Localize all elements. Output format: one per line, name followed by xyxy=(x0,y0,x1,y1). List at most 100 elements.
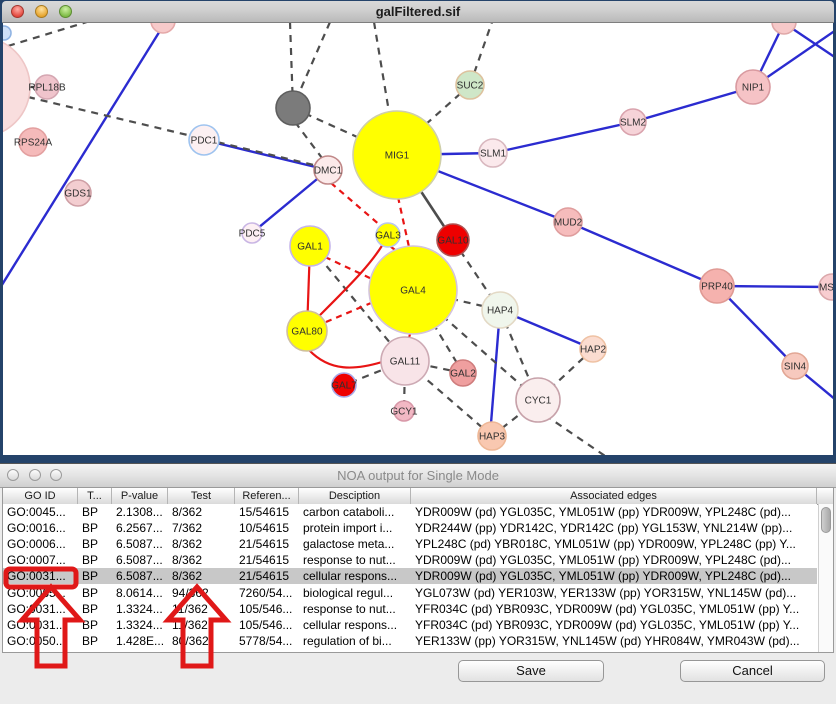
network-edge[interactable] xyxy=(204,140,328,170)
node-PDC1[interactable] xyxy=(189,125,219,155)
table-cell: GO:0016... xyxy=(3,521,78,535)
table-row[interactable]: GO:0050...BP1.428E...80/3625778/54...reg… xyxy=(3,633,817,649)
table-cell: YDR009W (pd) YGL035C, YML051W (pp) YDR00… xyxy=(411,553,817,567)
column-header[interactable]: Desciption xyxy=(299,488,411,504)
column-header[interactable]: T... xyxy=(78,488,112,504)
network-edge[interactable] xyxy=(493,122,633,153)
table-row[interactable]: GO:0045...BP2.1308...8/36215/54615carbon… xyxy=(3,504,817,520)
table-cell: YPL248C (pd) YBR018C, YML051W (pp) YDR00… xyxy=(411,537,817,551)
table-cell: 8/362 xyxy=(168,505,235,519)
noa-titlebar[interactable]: NOA output for Single Mode xyxy=(0,464,836,488)
node-SLM2[interactable] xyxy=(620,109,646,135)
node-big-pink[interactable] xyxy=(3,37,30,137)
node-MSL1[interactable] xyxy=(819,274,833,300)
node-GAL7[interactable] xyxy=(332,373,356,397)
table-row[interactable]: GO:0031...BP6.5087...8/36221/54615cellul… xyxy=(3,568,817,584)
table-cell: 8.0614... xyxy=(112,586,168,600)
table-cell: BP xyxy=(78,521,112,535)
vertical-scrollbar[interactable] xyxy=(818,504,833,652)
column-header[interactable]: Referen... xyxy=(235,488,299,504)
table-cell: GO:0050... xyxy=(3,634,78,648)
network-edge[interactable] xyxy=(545,415,608,455)
table-cell: GO:0031... xyxy=(3,602,78,616)
node-SUC2[interactable] xyxy=(456,71,484,99)
node-HAP2[interactable] xyxy=(580,336,606,362)
network-edge[interactable] xyxy=(252,170,328,233)
node-GAL1[interactable] xyxy=(290,226,330,266)
node-GDS1[interactable] xyxy=(65,180,91,206)
table-row[interactable]: GO:0006...BP6.5087...8/36221/54615galact… xyxy=(3,536,817,552)
table-cell: BP xyxy=(78,618,112,632)
node-gray-node[interactable] xyxy=(276,91,310,125)
node-NIP1[interactable] xyxy=(736,70,770,104)
column-header[interactable]: P-value xyxy=(112,488,168,504)
noa-window: NOA output for Single Mode GO IDT...P-va… xyxy=(0,463,836,704)
table-cell: GO:0006... xyxy=(3,537,78,551)
table-cell: GO:0065... xyxy=(3,586,78,600)
table-row[interactable]: GO:0065...BP8.0614...94/3627260/54...bio… xyxy=(3,584,817,600)
table-cell: 11/362 xyxy=(168,618,235,632)
table-row[interactable]: GO:0016...BP6.2567...7/36210/54615protei… xyxy=(3,520,817,536)
node-SIN4[interactable] xyxy=(782,353,808,379)
node-GAL10[interactable] xyxy=(437,224,469,256)
network-edge[interactable] xyxy=(568,222,717,286)
table-cell: response to nut... xyxy=(299,602,411,616)
table-cell: GO:0045... xyxy=(3,505,78,519)
network-edge[interactable] xyxy=(326,303,371,322)
network-edge[interactable] xyxy=(3,26,163,288)
node-GAL80[interactable] xyxy=(287,311,327,351)
table-cell: YER133W (pp) YOR315W, YNL145W (pd) YHR08… xyxy=(411,634,817,648)
table-row[interactable]: GO:0031...BP1.3324...11/362105/546...cel… xyxy=(3,617,817,633)
table-cell: response to nut... xyxy=(299,553,411,567)
table-cell: 6.2567... xyxy=(112,521,168,535)
table-cell: 11/362 xyxy=(168,602,235,616)
network-edge[interactable] xyxy=(8,21,100,46)
table-cell: 15/54615 xyxy=(235,505,299,519)
table-cell: 7260/54... xyxy=(235,586,299,600)
network-edge[interactable] xyxy=(633,87,753,122)
cancel-button[interactable]: Cancel xyxy=(680,660,825,682)
table-cell: 10/54615 xyxy=(235,521,299,535)
table-cell: YGL073W (pd) YER103W, YER133W (pp) YOR31… xyxy=(411,586,817,600)
network-edge[interactable] xyxy=(490,310,500,436)
table-cell: 1.428E... xyxy=(112,634,168,648)
column-header[interactable]: Associated edges xyxy=(411,488,817,504)
column-header[interactable]: Test xyxy=(168,488,235,504)
table-cell: 80/362 xyxy=(168,634,235,648)
table-cell: 8/362 xyxy=(168,569,235,583)
table-cell: GO:0031... xyxy=(3,569,78,583)
node-SLM1[interactable] xyxy=(479,139,507,167)
node-MIG1[interactable] xyxy=(353,111,441,199)
table-cell: 8/362 xyxy=(168,537,235,551)
table-cell: 6.5087... xyxy=(112,553,168,567)
node-RPS24A[interactable] xyxy=(19,128,47,156)
node-MUD2[interactable] xyxy=(554,208,582,236)
noa-window-title: NOA output for Single Mode xyxy=(0,468,836,483)
node-GAL3[interactable] xyxy=(376,223,400,247)
node-PRP40[interactable] xyxy=(700,269,734,303)
table-cell: 94/362 xyxy=(168,586,235,600)
node-GAL4[interactable] xyxy=(369,246,457,334)
node-GAL2[interactable] xyxy=(450,360,476,386)
network-edge[interactable] xyxy=(309,350,382,368)
network-edge[interactable] xyxy=(295,122,322,158)
table-row[interactable]: GO:0031...BP1.3324...11/362105/546...res… xyxy=(3,601,817,617)
table-row[interactable]: GO:0007...BP6.5087...8/36221/54615respon… xyxy=(3,552,817,568)
node-GAL11[interactable] xyxy=(381,337,429,385)
node-HAP4[interactable] xyxy=(482,292,518,328)
save-button[interactable]: Save xyxy=(458,660,604,682)
node-CYC1[interactable] xyxy=(516,378,560,422)
scrollbar-thumb[interactable] xyxy=(821,507,831,533)
node-GCY1[interactable] xyxy=(394,401,414,421)
node-PDC5[interactable] xyxy=(242,223,262,243)
table-cell: BP xyxy=(78,537,112,551)
table-cell: cellular respons... xyxy=(299,618,411,632)
network-titlebar[interactable]: galFiltered.sif xyxy=(2,1,834,23)
node-HAP3[interactable] xyxy=(478,422,506,450)
node-DMC1[interactable] xyxy=(314,156,342,184)
network-canvas[interactable]: RPL18BRPS24AGDS1PDC1DMC1MIG1SUC2SLM1SLM2… xyxy=(3,21,833,455)
column-header[interactable]: GO ID xyxy=(3,488,78,504)
network-edge[interactable] xyxy=(296,22,330,100)
node-RPL18B[interactable] xyxy=(35,75,59,99)
node-left-blue[interactable] xyxy=(3,26,11,40)
